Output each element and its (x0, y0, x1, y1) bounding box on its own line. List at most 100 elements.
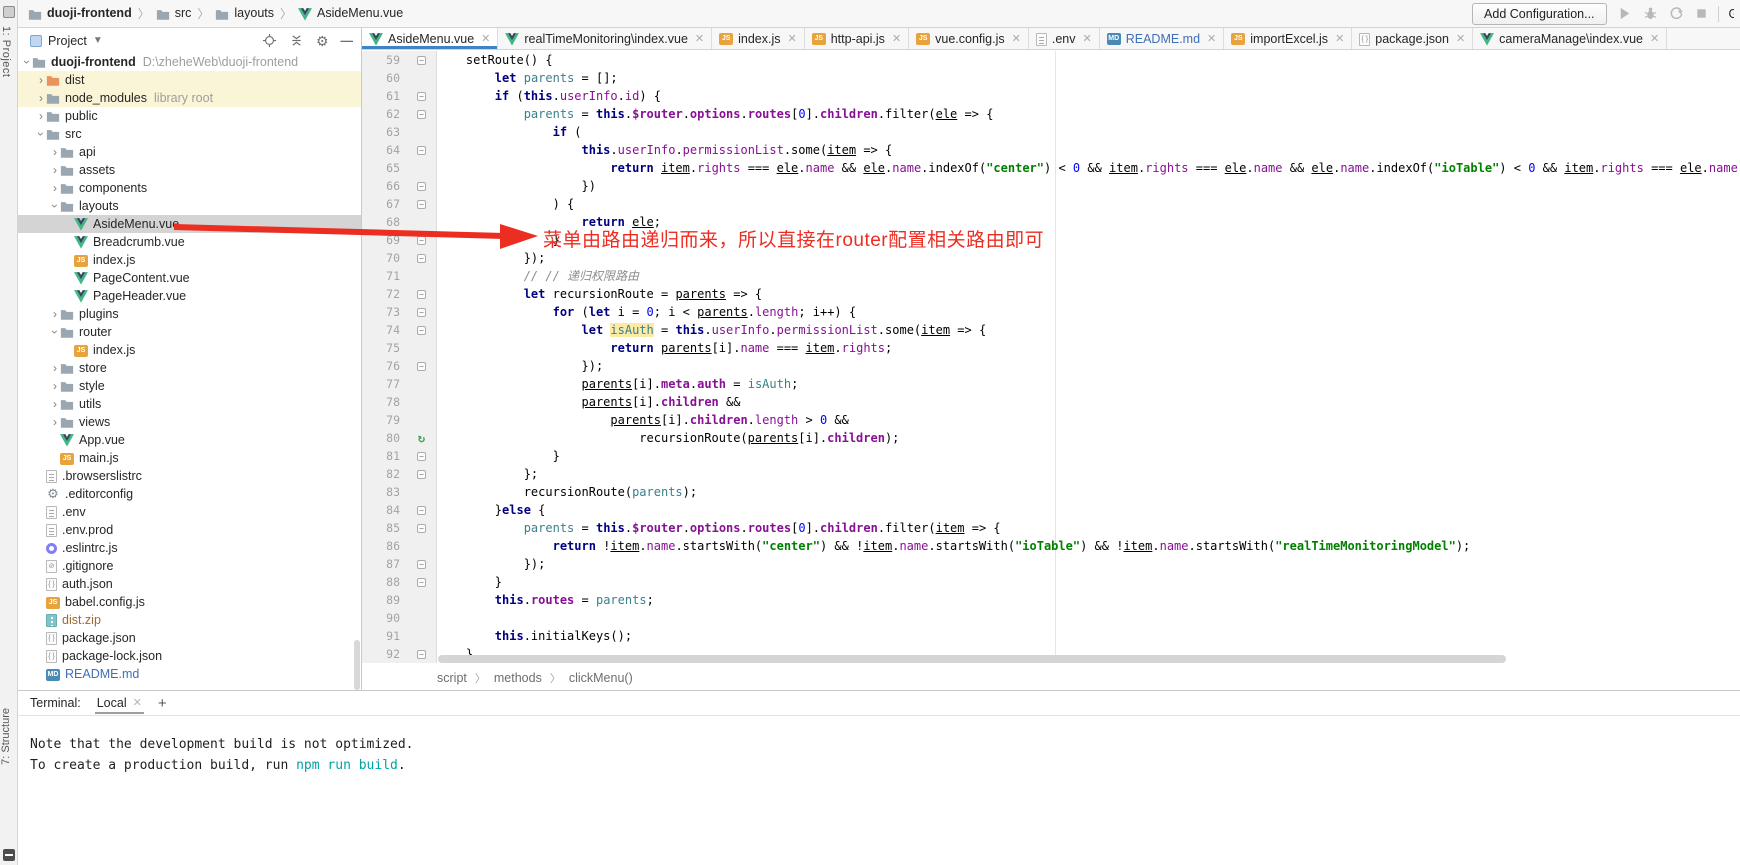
close-icon[interactable]: ✕ (1650, 32, 1659, 45)
tree-item[interactable]: ›style (18, 377, 361, 395)
tree-scrollbar[interactable] (354, 640, 360, 690)
tree-item[interactable]: JSindex.js (18, 251, 361, 269)
editor-tab[interactable]: realTimeMonitoring\index.vue✕ (498, 28, 712, 49)
tree-item[interactable]: App.vue (18, 431, 361, 449)
terminal-tab-local[interactable]: Local ✕ (95, 693, 144, 714)
tree-chevron-icon[interactable]: › (50, 165, 60, 175)
code-line[interactable]: 74− let isAuth = this.userInfo.permissio… (362, 321, 1740, 339)
tree-chevron-icon[interactable]: › (50, 363, 60, 373)
tree-item[interactable]: { }package-lock.json (18, 647, 361, 665)
recursive-call-icon[interactable]: ↻ (418, 432, 425, 444)
tree-chevron-icon[interactable]: › (50, 183, 60, 193)
add-configuration-button[interactable]: Add Configuration... (1472, 3, 1607, 25)
code-line[interactable]: 71 // // 递归权限路由 (362, 267, 1740, 285)
code-line[interactable]: 75 return parents[i].name === item.right… (362, 339, 1740, 357)
code-line[interactable]: 66− }) (362, 177, 1740, 195)
tree-item[interactable]: JSmain.js (18, 449, 361, 467)
collapse-all-icon[interactable] (289, 33, 304, 48)
fold-marker-icon[interactable]: − (417, 452, 426, 461)
tree-chevron-icon[interactable]: › (50, 417, 60, 427)
tree-item[interactable]: PageHeader.vue (18, 287, 361, 305)
tree-item[interactable]: ›layouts (18, 197, 361, 215)
code-line[interactable]: 76− }); (362, 357, 1740, 375)
editor-breadcrumb-item[interactable]: clickMenu() (569, 671, 633, 685)
tree-chevron-icon[interactable]: › (50, 327, 60, 337)
code-line[interactable]: 64− this.userInfo.permissionList.some(it… (362, 141, 1740, 159)
tree-item[interactable]: dist.zip (18, 611, 361, 629)
tree-item[interactable]: ›api (18, 143, 361, 161)
tree-chevron-icon[interactable]: › (36, 75, 46, 85)
tree-item[interactable]: ›utils (18, 395, 361, 413)
tree-item[interactable]: .env.prod (18, 521, 361, 539)
tree-item[interactable]: PageContent.vue (18, 269, 361, 287)
tree-item[interactable]: JSindex.js (18, 341, 361, 359)
tree-chevron-icon[interactable]: › (36, 93, 46, 103)
structure-stripe-button[interactable]: 7: Structure (0, 708, 18, 765)
tree-item[interactable]: Breadcrumb.vue (18, 233, 361, 251)
tree-item[interactable]: ›views (18, 413, 361, 431)
close-icon[interactable]: ✕ (1456, 32, 1465, 45)
breadcrumb-item[interactable]: layouts (215, 6, 274, 20)
new-terminal-tab-button[interactable]: + (158, 695, 167, 712)
code-line[interactable]: 62− parents = this.$router.options.route… (362, 105, 1740, 123)
close-icon[interactable]: ✕ (788, 32, 797, 45)
git-label[interactable]: Git: (1729, 7, 1734, 21)
code-line[interactable]: 89 this.routes = parents; (362, 591, 1740, 609)
code-view[interactable]: 59− setRoute() {60 let parents = [];61− … (362, 51, 1740, 663)
settings-icon[interactable]: ⚙ (316, 34, 329, 48)
tree-item[interactable]: ›router (18, 323, 361, 341)
fold-marker-icon[interactable]: − (417, 110, 426, 119)
code-line[interactable]: 77 parents[i].meta.auth = isAuth; (362, 375, 1740, 393)
editor-tab[interactable]: MDREADME.md✕ (1100, 28, 1225, 49)
terminal-output[interactable]: Note that the development build is not o… (18, 716, 1740, 776)
tree-chevron-icon[interactable]: › (50, 381, 60, 391)
editor-breadcrumb-item[interactable]: methods (494, 671, 542, 685)
fold-marker-icon[interactable]: − (417, 146, 426, 155)
tree-item[interactable]: MDREADME.md (18, 665, 361, 683)
fold-marker-icon[interactable]: − (417, 200, 426, 209)
tree-item[interactable]: ›public (18, 107, 361, 125)
tree-chevron-icon[interactable]: › (50, 309, 60, 319)
tree-item[interactable]: .env (18, 503, 361, 521)
tree-item[interactable]: ›duoji-frontendD:\zheheWeb\duoji-fronten… (18, 53, 361, 71)
project-stripe-button[interactable]: 1: Project (0, 24, 18, 77)
close-icon[interactable]: ✕ (695, 32, 704, 45)
editor-tab[interactable]: cameraManage\index.vue✕ (1473, 28, 1667, 49)
code-line[interactable]: 84− }else { (362, 501, 1740, 519)
debug-icon[interactable] (1643, 6, 1658, 21)
breadcrumb-item[interactable]: AsideMenu.vue (298, 6, 403, 20)
fold-marker-icon[interactable]: − (417, 560, 426, 569)
close-icon[interactable]: ✕ (481, 32, 490, 45)
close-icon[interactable]: ✕ (1083, 32, 1092, 45)
tree-item[interactable]: ⚙.editorconfig (18, 485, 361, 503)
code-line[interactable]: 59− setRoute() { (362, 51, 1740, 69)
code-line[interactable]: 73− for (let i = 0; i < parents.length; … (362, 303, 1740, 321)
editor-breadcrumb-item[interactable]: script (437, 671, 467, 685)
tree-chevron-icon[interactable]: › (50, 399, 60, 409)
stripe-corner-icon[interactable] (3, 849, 15, 861)
run-icon[interactable] (1617, 6, 1632, 21)
fold-marker-icon[interactable]: − (417, 308, 426, 317)
tree-item[interactable]: ›node_moduleslibrary root (18, 89, 361, 107)
code-line[interactable]: 67− ) { (362, 195, 1740, 213)
tree-chevron-icon[interactable]: › (50, 201, 60, 211)
tree-chevron-icon[interactable]: › (22, 57, 32, 67)
locate-icon[interactable] (262, 33, 277, 48)
close-icon[interactable]: ✕ (1207, 32, 1216, 45)
editor-tab[interactable]: JSimportExcel.js✕ (1224, 28, 1352, 49)
tree-item[interactable]: JSbabel.config.js (18, 593, 361, 611)
fold-marker-icon[interactable]: − (417, 290, 426, 299)
close-icon[interactable]: ✕ (133, 696, 142, 709)
fold-marker-icon[interactable]: − (417, 578, 426, 587)
code-line[interactable]: 80↻ recursionRoute(parents[i].children); (362, 429, 1740, 447)
fold-marker-icon[interactable]: − (417, 470, 426, 479)
tool-window-icon[interactable] (3, 6, 15, 18)
tree-chevron-icon[interactable]: › (50, 147, 60, 157)
fold-marker-icon[interactable]: − (417, 326, 426, 335)
tree-item[interactable]: ›dist (18, 71, 361, 89)
project-view-selector[interactable]: Project ▼ (30, 34, 103, 48)
tree-item[interactable]: .browserslistrc (18, 467, 361, 485)
code-line[interactable]: 72− let recursionRoute = parents => { (362, 285, 1740, 303)
code-line[interactable]: 78 parents[i].children && (362, 393, 1740, 411)
fold-marker-icon[interactable]: − (417, 92, 426, 101)
